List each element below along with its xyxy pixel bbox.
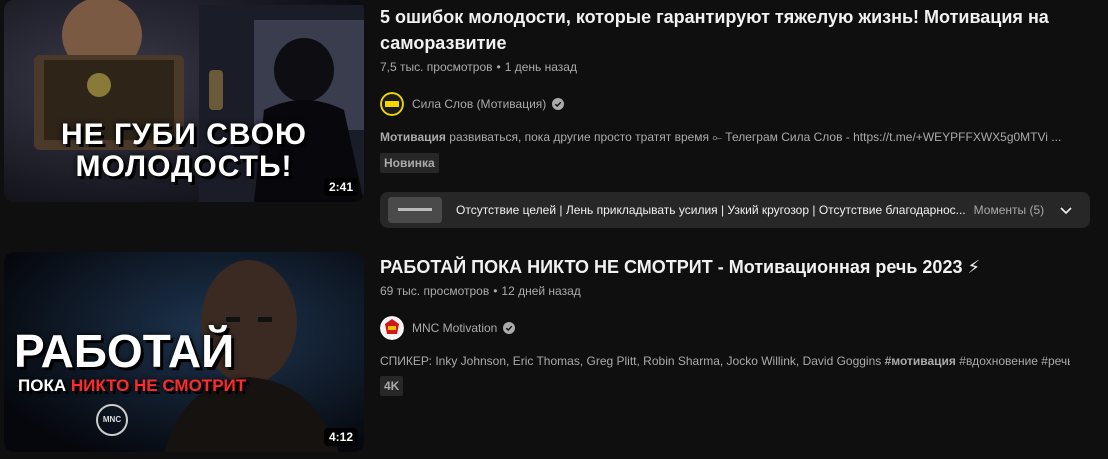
upload-age: 12 дней назад <box>501 284 581 298</box>
view-count: 69 тыс. просмотров <box>380 284 490 298</box>
thumbnail-caption-line1: НЕ ГУБИ СВОЮ <box>61 118 307 151</box>
quality-badge: 4K <box>380 376 404 396</box>
snippet-text-pre: СПИКЕР: Inky Johnson, Eric Thomas, Greg … <box>380 354 885 368</box>
video-metadata: 7,5 тыс. просмотров • 1 день назад <box>380 60 1100 78</box>
verified-badge-icon <box>503 322 516 334</box>
video-info-1: 5 ошибок молодости, которые гарантируют … <box>380 4 1100 228</box>
moments-count[interactable]: Моменты (5) <box>974 203 1044 217</box>
channel-avatar[interactable] <box>380 316 404 340</box>
moment-thumbnail <box>388 197 442 223</box>
meta-separator: • <box>496 60 501 74</box>
video-info-2: РАБОТАЙ ПОКА НИКТО НЕ СМОТРИТ - Мотиваци… <box>380 254 1100 396</box>
video-title[interactable]: РАБОТАЙ ПОКА НИКТО НЕ СМОТРИТ - Мотиваци… <box>380 254 1060 280</box>
view-count: 7,5 тыс. просмотров <box>380 60 493 74</box>
video-title[interactable]: 5 ошибок молодости, которые гарантируют … <box>380 4 1060 56</box>
chevron-down-icon[interactable] <box>1058 202 1074 218</box>
key-moments-bar[interactable]: Отсутствие целей | Лень прикладывать уси… <box>380 192 1090 228</box>
thumbnail-caption-big: РАБОТАЙ <box>14 325 235 377</box>
video-thumbnail-1[interactable]: НЕ ГУБИ СВОЮ МОЛОДОСТЬ! 2:41 <box>4 0 364 202</box>
meta-separator: • <box>493 284 498 298</box>
thumbnail-caption-small-b: НИКТО НЕ СМОТРИТ <box>70 376 247 395</box>
video-thumbnail-2[interactable]: РАБОТАЙ ПОКА НИКТО НЕ СМОТРИТ MNC 4:12 <box>4 252 364 452</box>
snippet-text: #вдохновение #речь ... <box>959 354 1070 368</box>
thumbnail-logo: MNC <box>96 404 128 436</box>
video-duration: 4:12 <box>323 428 358 446</box>
snippet-highlight: Мотивация <box>380 130 446 144</box>
verified-badge-icon <box>552 98 565 110</box>
channel-name[interactable]: MNC Motivation <box>412 321 497 335</box>
channel-avatar[interactable] <box>380 92 404 116</box>
channel-name[interactable]: Сила Слов (Мотивация) <box>412 97 546 111</box>
thumbnail-caption-small-a: ПОКА <box>18 376 71 395</box>
snippet-text: развиваться, пока другие просто тратят в… <box>445 130 1062 144</box>
video-metadata: 69 тыс. просмотров • 12 дней назад <box>380 284 1100 302</box>
thumbnail-caption-line2: МОЛОДОСТЬ! <box>75 150 293 183</box>
video-description-snippet: СПИКЕР: Inky Johnson, Eric Thomas, Greg … <box>380 354 1070 368</box>
thumbnail-caption-small: ПОКА НИКТО НЕ СМОТРИТ <box>18 376 246 396</box>
snippet-highlight: #мотивация <box>884 354 956 368</box>
moments-chapter-list[interactable]: Отсутствие целей | Лень прикладывать уси… <box>456 203 966 217</box>
new-badge: Новинка <box>380 153 439 173</box>
video-duration: 2:41 <box>323 178 358 196</box>
upload-age: 1 день назад <box>504 60 577 74</box>
channel-row[interactable]: MNC Motivation <box>380 316 1100 340</box>
video-description-snippet: Мотивация развиваться, пока другие прост… <box>380 130 1070 145</box>
channel-row[interactable]: Сила Слов (Мотивация) <box>380 92 1100 116</box>
